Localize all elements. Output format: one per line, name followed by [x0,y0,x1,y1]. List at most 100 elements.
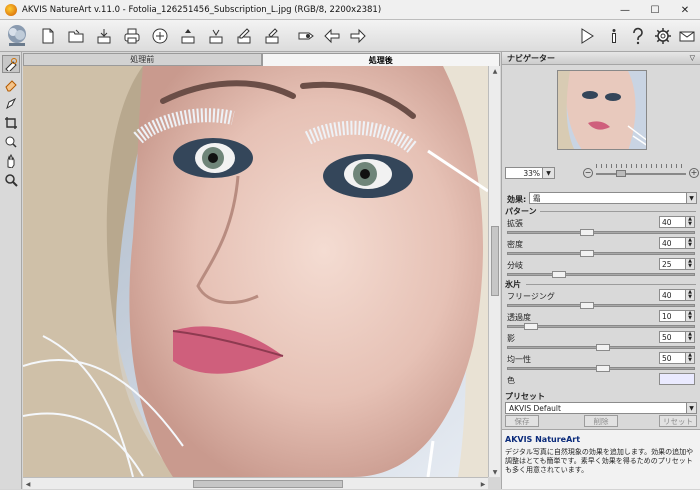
pattern-divider [540,211,696,212]
vertical-scrollbar[interactable]: ▲ ▼ [488,66,500,477]
param-slider[interactable] [507,250,695,257]
info-box: AKVIS NatureArt デジタル写真に自然現象の効果を追加します。効果の… [502,429,700,489]
param-label: 拡張 [507,219,523,228]
zoom-ruler [596,164,686,168]
param-row-freezing: フリージング 40 ▲ ▼ [502,289,700,303]
spinner-icon[interactable]: ▲ ▼ [685,238,694,248]
effect-label: 効果: [507,195,527,204]
spinner-icon[interactable]: ▲ ▼ [685,311,694,321]
settings-file-icon[interactable] [262,26,282,46]
slider-handle[interactable] [580,229,594,236]
ice-color-swatch[interactable] [659,373,695,385]
effect-dropdown-icon[interactable]: ▼ [686,193,696,203]
edit-icon[interactable] [234,26,254,46]
scroll-right-icon[interactable]: ▶ [478,478,488,490]
zoom-icon[interactable] [2,171,20,189]
slider-handle[interactable] [596,365,610,372]
param-input[interactable]: 50 ▲ ▼ [659,331,695,343]
spinner-icon[interactable]: ▲ ▼ [685,353,694,363]
param-input[interactable]: 10 ▲ ▼ [659,310,695,322]
param-value: 40 [662,217,672,227]
scroll-down-icon[interactable]: ▼ [489,467,501,477]
title-bar: AKVIS NatureArt v.11.0 - Fotolia_1262514… [0,0,700,20]
zoom-in-button[interactable]: + [689,168,699,178]
window-title: AKVIS NatureArt v.11.0 - Fotolia_1262514… [22,4,382,15]
effect-row: 効果: 霜 ▼ [502,192,700,206]
param-input[interactable]: 40 ▲ ▼ [659,289,695,301]
spinner-icon[interactable]: ▲ ▼ [685,217,694,227]
batch-icon[interactable] [206,26,226,46]
param-label: 影 [507,334,515,343]
save-icon[interactable] [94,26,114,46]
param-input[interactable]: 40 ▲ ▼ [659,237,695,249]
param-input[interactable]: 40 ▲ ▼ [659,216,695,228]
help-icon[interactable] [628,26,648,46]
color-label: 色 [507,376,515,385]
spinner-icon[interactable]: ▲ ▼ [685,332,694,342]
print-icon[interactable] [122,26,142,46]
eraser-icon[interactable] [2,76,20,94]
undo-icon[interactable] [322,26,342,46]
preferences-icon[interactable] [653,26,673,46]
param-slider[interactable] [507,344,695,351]
param-label: 密度 [507,240,523,249]
pre-selection-icon[interactable] [2,55,20,73]
param-slider[interactable] [507,229,695,236]
delete-preset-button[interactable]: 削除 [584,415,618,427]
crop-icon[interactable] [2,114,20,132]
ice-divider [526,284,696,285]
image-canvas[interactable] [23,66,488,477]
plugin-icon[interactable] [296,26,316,46]
run-icon[interactable] [577,26,597,46]
open-file-icon[interactable] [66,26,86,46]
param-input[interactable]: 25 ▲ ▼ [659,258,695,270]
scroll-up-icon[interactable]: ▲ [489,66,501,76]
param-input[interactable]: 50 ▲ ▼ [659,352,695,364]
param-slider[interactable] [507,365,695,372]
spinner-icon[interactable]: ▲ ▼ [685,290,694,300]
tab-after[interactable]: 処理後 [261,53,500,66]
param-slider[interactable] [507,271,695,278]
preset-dropdown-icon[interactable]: ▼ [686,403,696,413]
app-window: AKVIS NatureArt v.11.0 - Fotolia_1262514… [0,0,700,489]
close-button[interactable]: ✕ [670,0,700,20]
param-value: 25 [662,259,672,269]
slider-handle[interactable] [596,344,610,351]
info-icon[interactable] [604,26,624,46]
horizontal-scroll-thumb[interactable] [193,480,343,488]
main-toolbar [0,20,700,52]
maximize-button[interactable]: ☐ [640,0,670,20]
save-preset-button[interactable]: 保存 [505,415,539,427]
zoom-out-button[interactable]: − [583,168,593,178]
zoom-slider[interactable] [596,170,686,177]
minimize-button[interactable]: — [610,0,640,20]
param-slider[interactable] [507,302,695,309]
reset-preset-button[interactable]: リセット [659,415,697,427]
hand-cursor-icon[interactable] [2,133,20,151]
zoom-dropdown-icon[interactable]: ▼ [542,168,554,178]
effect-select[interactable]: 霜 ▼ [529,192,697,204]
slider-handle[interactable] [580,302,594,309]
preset-select[interactable]: AKVIS Default ▼ [505,402,697,414]
brush-icon[interactable] [2,95,20,113]
spinner-icon[interactable]: ▲ ▼ [685,259,694,269]
tab-before[interactable]: 処理前 [23,53,262,66]
new-file-icon[interactable] [38,26,58,46]
horizontal-scrollbar[interactable]: ◀ ▶ [23,477,488,489]
slider-handle[interactable] [524,323,538,330]
export-icon[interactable] [178,26,198,46]
news-icon[interactable] [677,26,697,46]
pan-icon[interactable] [2,152,20,170]
scroll-left-icon[interactable]: ◀ [23,478,33,490]
redo-icon[interactable] [348,26,368,46]
effect-value: 霜 [533,193,541,203]
slider-handle[interactable] [580,250,594,257]
share-icon[interactable] [150,26,170,46]
slider-handle[interactable] [552,271,566,278]
collapse-icon[interactable]: ▽ [690,54,695,62]
zoom-field[interactable]: 33% ▼ [505,167,555,179]
navigator-preview[interactable] [557,70,647,150]
vertical-scroll-thumb[interactable] [491,226,499,296]
param-slider[interactable] [507,323,695,330]
zoom-slider-handle[interactable] [616,170,626,177]
